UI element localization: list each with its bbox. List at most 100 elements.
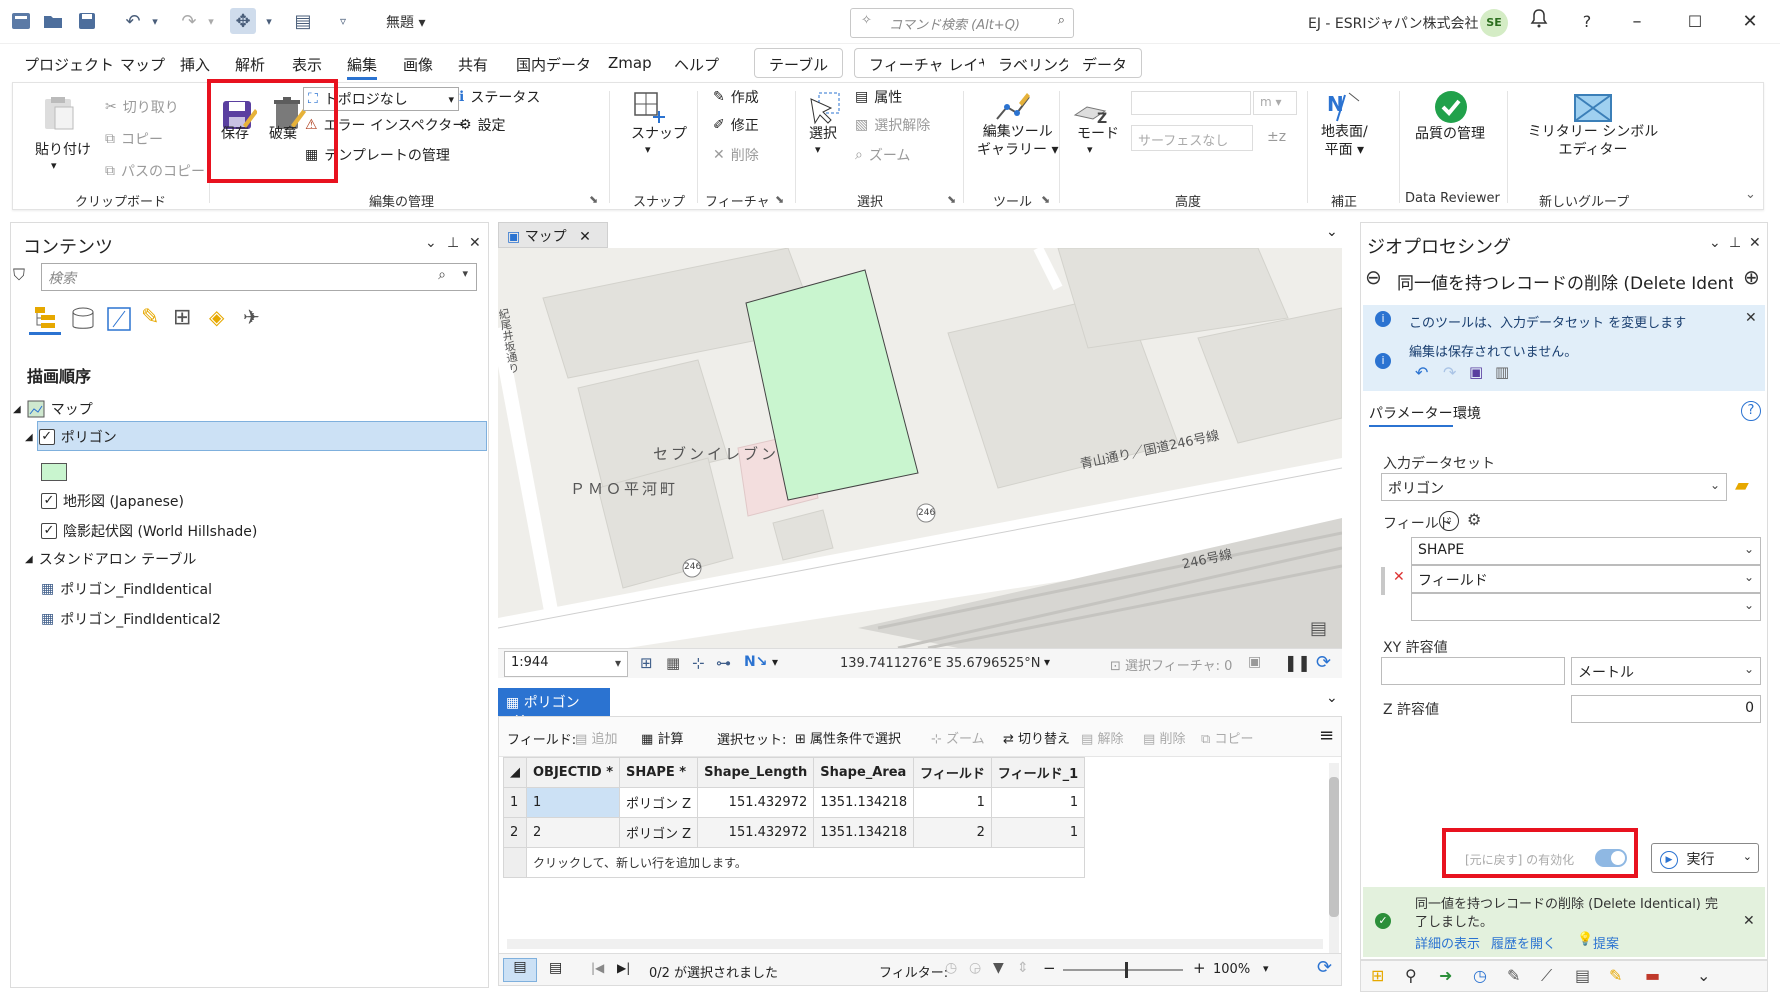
column-header[interactable]: OBJECTID *: [525, 757, 621, 788]
dialog-launcher-icon[interactable]: ⬊: [589, 193, 598, 206]
discard-edits-small-icon[interactable]: ▥: [1495, 363, 1509, 381]
perspective-imagery-view-icon[interactable]: ✈: [243, 305, 260, 329]
maximize-icon[interactable]: ☐: [1680, 8, 1710, 36]
close-completion-icon[interactable]: ✕: [1743, 913, 1755, 929]
table-cell[interactable]: 2: [913, 817, 992, 848]
field-select-2[interactable]: フィールド ⌄: [1411, 565, 1761, 593]
table-cell[interactable]: 151.432972: [697, 817, 815, 848]
tree-map-node[interactable]: ◢ マップ: [13, 399, 93, 419]
add-tool-icon[interactable]: ⊕: [1743, 265, 1760, 289]
help-icon[interactable]: ?: [1572, 8, 1602, 36]
panel-menu-chevron-icon[interactable]: ⌄: [1709, 235, 1721, 251]
polygon-symbol-swatch[interactable]: [41, 463, 67, 481]
field-select-1[interactable]: SHAPE ⌄: [1411, 537, 1761, 565]
filter-extent-icon[interactable]: ◷: [945, 960, 957, 976]
view-details-link[interactable]: 詳細の表示: [1415, 933, 1480, 952]
paste-dropdown-icon[interactable]: ▾: [51, 159, 57, 172]
elevation-mode-icon[interactable]: Z: [1073, 89, 1109, 125]
selection-view-icon[interactable]: [105, 305, 133, 337]
add-row-hint[interactable]: クリックして、新しい行を追加します。: [525, 847, 1086, 878]
xy-unit-select[interactable]: メートル ⌄: [1571, 657, 1761, 685]
scrollbar-thumb[interactable]: [1329, 777, 1339, 917]
filter-range-icon[interactable]: ⇕: [1017, 960, 1029, 976]
first-record-icon[interactable]: |◀: [591, 961, 604, 975]
copy-button[interactable]: ⧉ コピー: [105, 129, 163, 149]
attributes-pane-icon[interactable]: ▤: [1575, 966, 1590, 985]
chevron-down-icon[interactable]: ▾: [772, 655, 778, 669]
elevation-mode-button[interactable]: モード: [1077, 123, 1119, 143]
table-cell[interactable]: 1351.134218: [813, 787, 915, 818]
clear-selection-table-button[interactable]: ▤ 解除: [1081, 728, 1123, 747]
tree-standalone-tables[interactable]: ◢ スタンドアロン テーブル: [25, 549, 196, 569]
modify-features-icon[interactable]: ⟋: [1541, 966, 1552, 986]
selected-features-indicator[interactable]: ⊡ 選択フィーチャ: 0: [1110, 655, 1232, 674]
pause-drawing-icon[interactable]: ❚❚: [1284, 653, 1311, 672]
edit-tools-gallery-icon[interactable]: [995, 89, 1031, 125]
collapse-triangle-icon[interactable]: ◢: [25, 432, 33, 443]
table-cell[interactable]: 1: [990, 787, 1086, 818]
menu-view[interactable]: 表示: [292, 54, 322, 75]
minimize-icon[interactable]: –: [1622, 8, 1652, 36]
next-record-icon[interactable]: ▶|: [617, 961, 630, 975]
undo-dropdown-icon[interactable]: ▾: [142, 8, 168, 34]
close-panel-icon[interactable]: ✕: [469, 235, 481, 251]
redo-dropdown-icon[interactable]: ▾: [198, 8, 224, 34]
account-name[interactable]: EJ - ESRIジャパン株式会社: [1308, 13, 1479, 33]
more-tools-chevron-icon[interactable]: ⌄: [1697, 966, 1710, 985]
table-cell[interactable]: 2: [525, 817, 621, 848]
field-expand-chevron-icon[interactable]: ⌄: [1439, 511, 1459, 531]
command-search-input[interactable]: ✧ コマンド検索 (Alt+Q) ⌕: [850, 8, 1074, 38]
tab-parameters[interactable]: パラメーター: [1369, 403, 1453, 427]
military-symbol-editor-button[interactable]: ミリタリー シンボル エディター: [1525, 123, 1661, 159]
column-header[interactable]: フィールド_1: [990, 757, 1086, 788]
column-header[interactable]: Shape_Length: [697, 757, 815, 788]
create-button[interactable]: ✎ 作成: [713, 87, 759, 107]
copy-selection-button[interactable]: ⧉ コピー: [1201, 728, 1253, 747]
run-button[interactable]: ▶ 実行 ⌄: [1651, 843, 1759, 873]
filter-definition-icon[interactable]: ▼: [993, 960, 1004, 976]
arrow-right-icon[interactable]: ➜: [1439, 966, 1452, 985]
snapping-view-icon[interactable]: ⊞: [173, 305, 191, 330]
binoculars-icon[interactable]: ⚲: [1405, 966, 1417, 985]
quality-management-button[interactable]: 品質の管理: [1415, 123, 1485, 143]
paste-button[interactable]: 貼り付け: [35, 139, 91, 159]
cut-button[interactable]: ✂ 切り取り: [105, 97, 179, 117]
history-clock-icon[interactable]: ◷: [1473, 966, 1487, 985]
notifications-bell-icon[interactable]: [1524, 8, 1554, 36]
select-icon[interactable]: [805, 91, 841, 127]
save-edits-button[interactable]: 保存: [221, 123, 249, 143]
coords-format-chevron-icon[interactable]: ▾: [1044, 655, 1050, 669]
table-cell[interactable]: 151.432972: [697, 787, 815, 818]
edit-document-icon[interactable]: ✎: [1507, 966, 1520, 985]
zoom-slider[interactable]: [1063, 962, 1183, 978]
menu-edit[interactable]: 編集: [347, 54, 378, 80]
column-header[interactable]: フィールド: [913, 757, 992, 788]
save-project-icon[interactable]: [74, 8, 100, 34]
table-cell[interactable]: 1351.134218: [813, 817, 915, 848]
snapping-icon[interactable]: [631, 89, 667, 125]
panel-menu-chevron-icon[interactable]: ⌄: [425, 235, 437, 251]
clear-selection-button[interactable]: ▧ 選択解除: [855, 115, 930, 135]
customize-toolbar-icon[interactable]: ▿: [330, 8, 356, 34]
delete-button[interactable]: ✕ 削除: [713, 145, 759, 165]
constraints-icon[interactable]: ⊶: [716, 654, 731, 672]
symbology-icon[interactable]: ✎: [1609, 966, 1622, 985]
column-header[interactable]: Shape_Area: [813, 757, 915, 788]
select-tool-status-icon[interactable]: ▣: [1248, 654, 1261, 670]
run-dropdown-chevron-icon[interactable]: ⌄: [1743, 850, 1752, 863]
north-arrow-icon[interactable]: N↘: [744, 654, 767, 670]
tree-hillshade-layer[interactable]: ✓ 陰影起伏図 (World Hillshade): [41, 521, 257, 541]
snapping-dropdown-icon[interactable]: ▾: [645, 143, 651, 156]
delete-selection-button[interactable]: ▤ 削除: [1143, 728, 1185, 747]
elevation-mode-dropdown-icon[interactable]: ▾: [1087, 143, 1093, 156]
table-options-menu-icon[interactable]: ≡: [1319, 725, 1334, 746]
tab-environments[interactable]: 環境: [1453, 403, 1481, 423]
select-by-attributes-button[interactable]: ⊞ 属性条件で選択: [795, 728, 901, 747]
layer-visibility-checkbox[interactable]: ✓: [41, 493, 57, 509]
ground-to-grid-icon[interactable]: N: [1325, 89, 1361, 125]
collapse-triangle-icon[interactable]: ◢: [13, 404, 21, 415]
close-panel-icon[interactable]: ✕: [1749, 235, 1761, 251]
zoom-slider-thumb[interactable]: [1125, 962, 1128, 978]
enable-undo-toggle[interactable]: [1595, 849, 1627, 867]
switch-selection-button[interactable]: ⇄ 切り替え: [1003, 728, 1070, 747]
